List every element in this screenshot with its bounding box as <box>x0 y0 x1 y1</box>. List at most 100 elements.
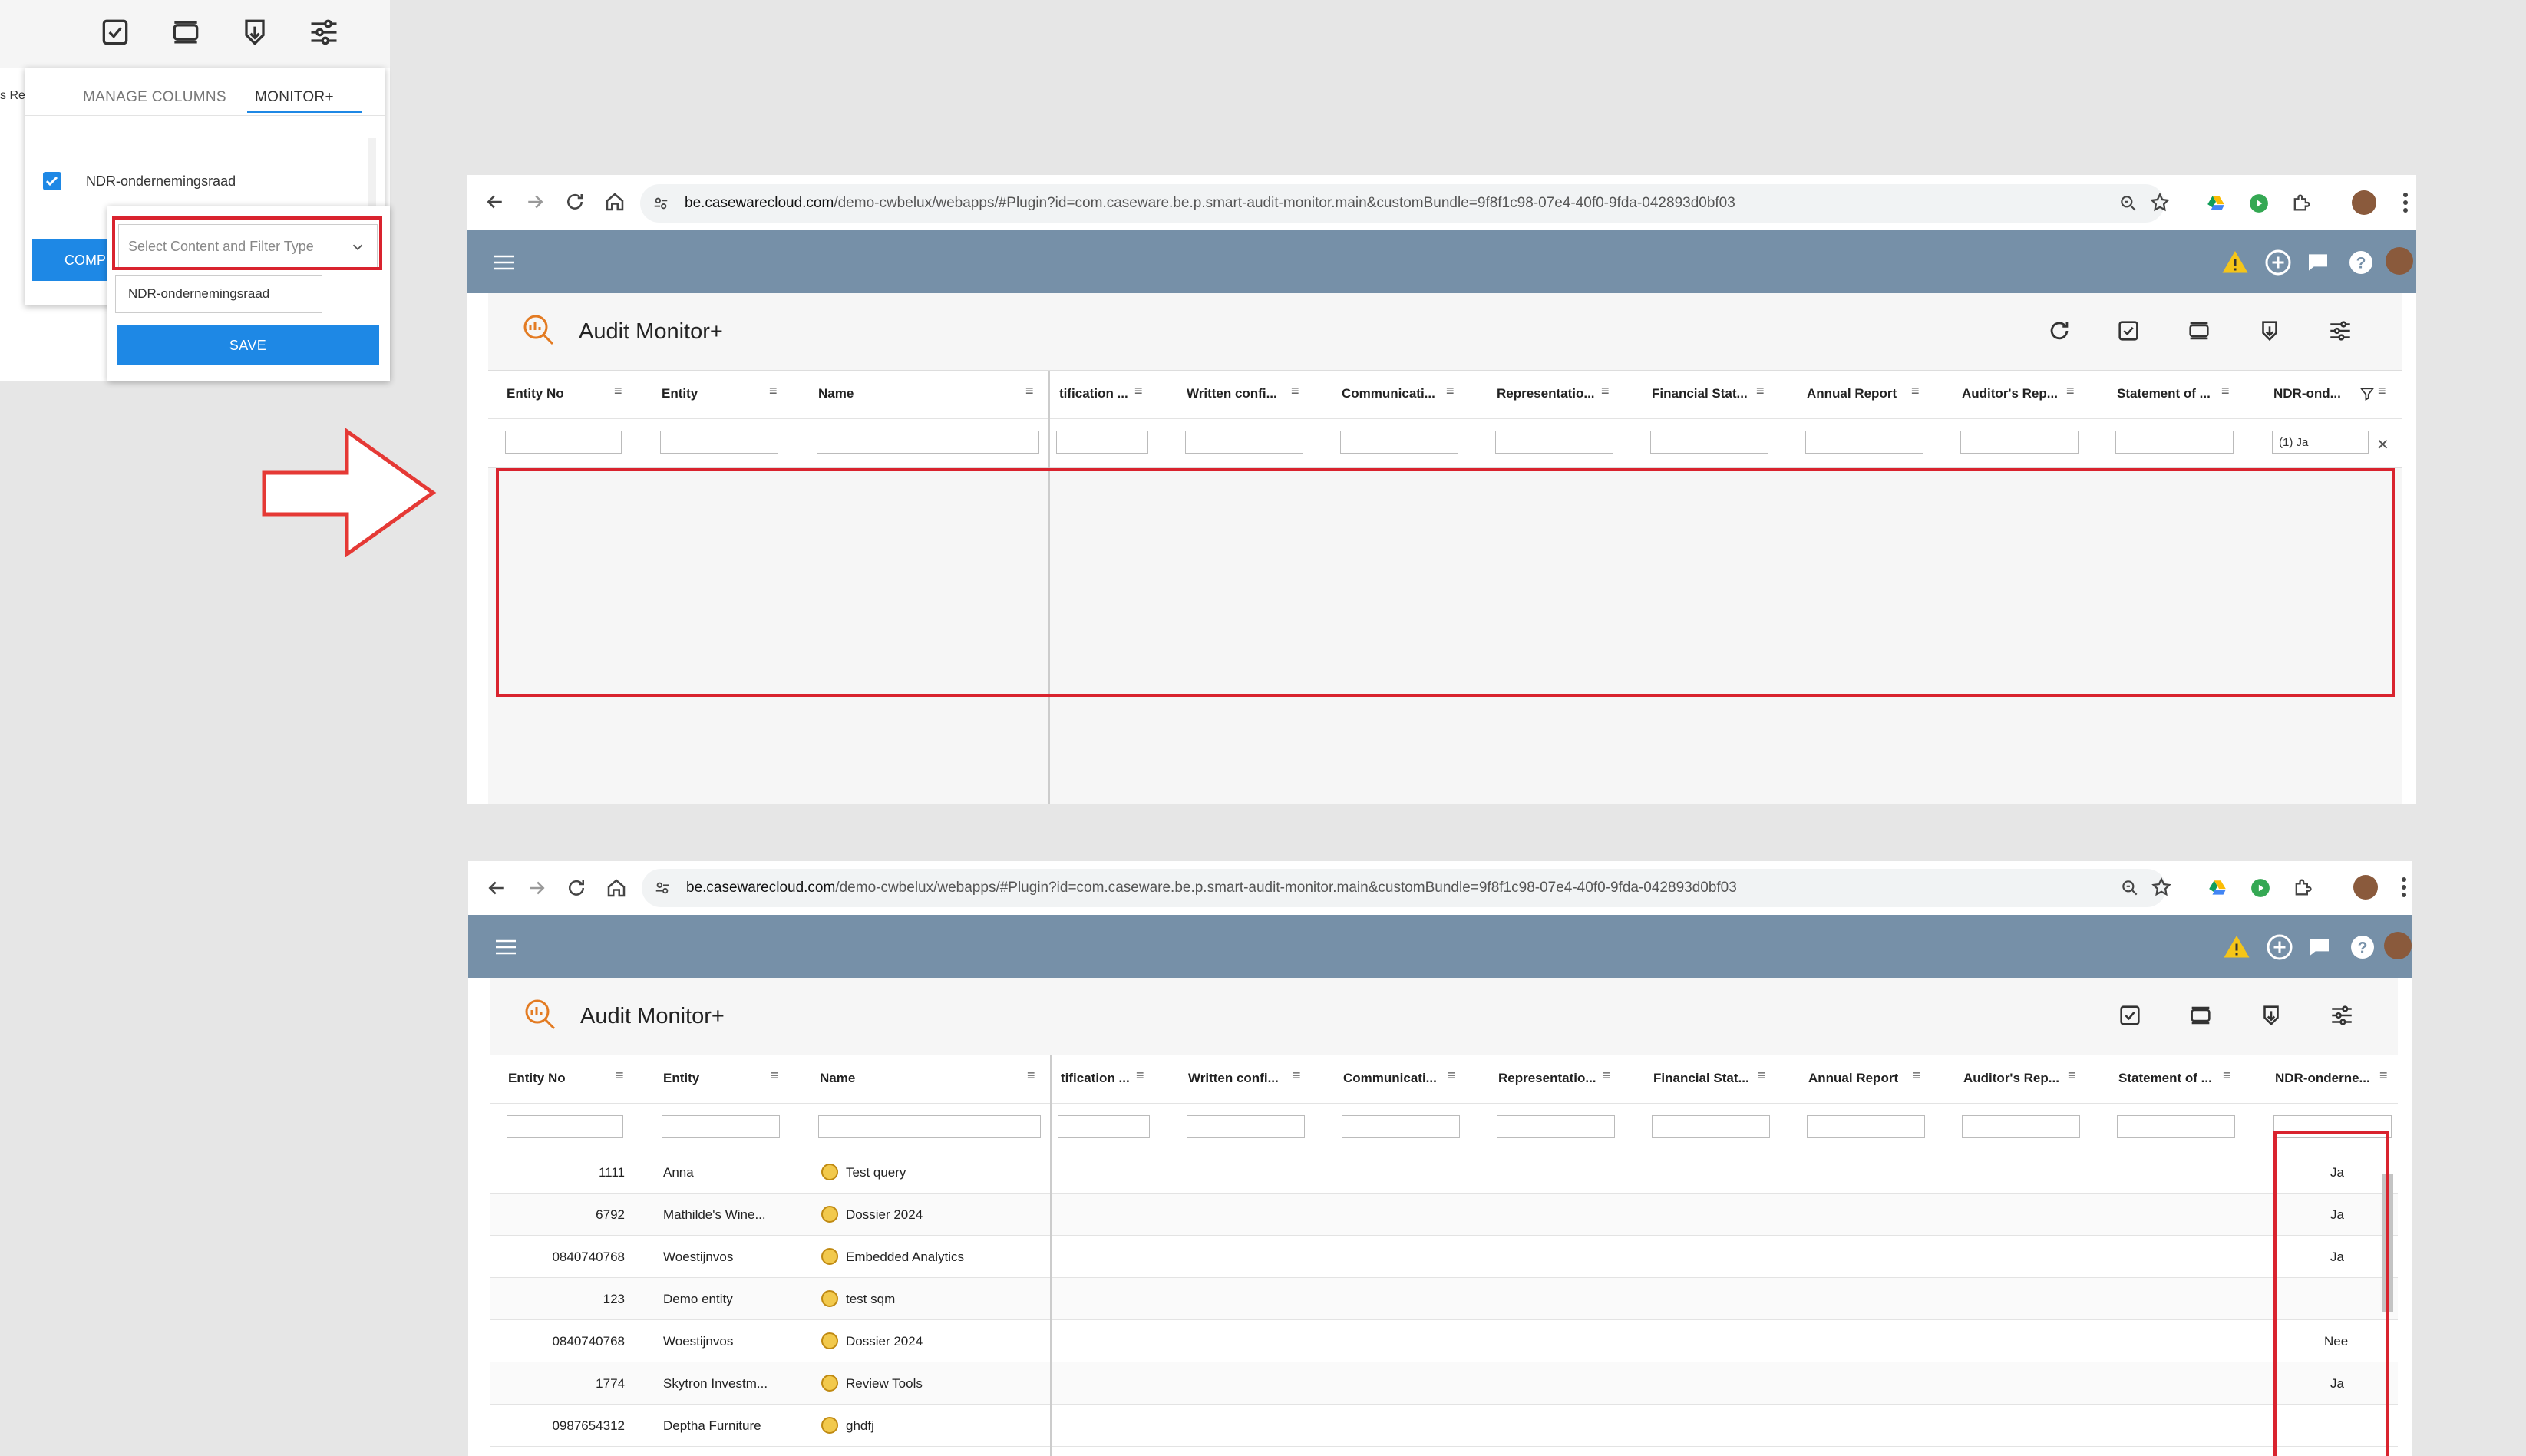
tab-manage-columns[interactable]: MANAGE COLUMNS <box>83 89 226 106</box>
column-menu-icon[interactable]: ≡ <box>1601 383 1610 399</box>
table-row[interactable]: 1111 Anna Test query Ja <box>490 1151 2398 1194</box>
column-name-input[interactable]: NDR-ondernemingsraad <box>115 275 322 313</box>
column-header-representation[interactable]: Representatio... <box>1498 1071 1596 1086</box>
table-row[interactable]: 123 Demo entity test sqm <box>490 1278 2398 1320</box>
compose-button[interactable]: COMP <box>32 239 117 281</box>
column-header-annual-report[interactable]: Annual Report <box>1807 386 1897 401</box>
settings-sliders-icon[interactable] <box>2327 318 2353 344</box>
reload-icon[interactable] <box>563 190 586 213</box>
column-header-financial-statements[interactable]: Financial Stat... <box>1653 1071 1749 1086</box>
column-header-ndr[interactable]: NDR-onderne... <box>2275 1071 2370 1086</box>
cell-name[interactable]: Embedded Analytics <box>846 1250 964 1265</box>
extensions-puzzle-icon[interactable] <box>2292 877 2313 898</box>
filter-input-communication[interactable] <box>1342 1115 1460 1138</box>
filter-input-ndr[interactable]: (1) Ja <box>2272 431 2369 454</box>
filter-input-entity-no[interactable] <box>505 431 622 454</box>
filter-input-representation[interactable] <box>1497 1115 1615 1138</box>
column-menu-icon[interactable]: ≡ <box>769 383 778 399</box>
table-row[interactable]: 0840740768 Woestijnvos Dossier 2024 Nee <box>490 1320 2398 1362</box>
column-menu-icon[interactable]: ≡ <box>1603 1068 1611 1084</box>
column-menu-icon[interactable]: ≡ <box>1293 1068 1301 1084</box>
column-header-statement[interactable]: Statement of ... <box>2118 1071 2212 1086</box>
column-header-notification[interactable]: tification ... <box>1061 1071 1130 1086</box>
table-row[interactable]: 0840740768 Woestijnvos Embedded Analytic… <box>490 1236 2398 1278</box>
filter-input-auditors[interactable] <box>1960 431 2079 454</box>
export-icon[interactable] <box>2257 318 2283 344</box>
rows-icon[interactable] <box>2186 318 2212 344</box>
zoom-icon[interactable] <box>2120 878 2140 898</box>
filter-input-auditors[interactable] <box>1962 1115 2080 1138</box>
bookmark-star-icon[interactable] <box>2149 192 2171 213</box>
column-header-entity[interactable]: Entity <box>662 386 698 401</box>
column-menu-icon[interactable]: ≡ <box>2223 1068 2231 1084</box>
column-header-communication[interactable]: Communicati... <box>1342 386 1435 401</box>
filter-input-entity-no[interactable] <box>507 1115 623 1138</box>
filter-input-name[interactable] <box>818 1115 1041 1138</box>
column-menu-icon[interactable]: ≡ <box>1913 1068 1921 1084</box>
export-icon[interactable] <box>238 15 272 49</box>
extensions-puzzle-icon[interactable] <box>2290 192 2312 213</box>
url-field[interactable]: be.casewarecloud.com/demo-cwbelux/webapp… <box>642 869 2166 907</box>
column-menu-icon[interactable]: ≡ <box>1136 1068 1144 1084</box>
table-row[interactable]: 1774 Skytron Investm... Review Tools Ja <box>490 1362 2398 1405</box>
filter-input-financial[interactable] <box>1652 1115 1770 1138</box>
checklist-icon[interactable] <box>98 15 132 49</box>
drive-extension-icon[interactable] <box>2207 878 2227 898</box>
column-menu-icon[interactable]: ≡ <box>1025 383 1034 399</box>
zoom-icon[interactable] <box>2118 193 2138 213</box>
profile-avatar[interactable] <box>2352 190 2376 215</box>
column-menu-icon[interactable]: ≡ <box>1027 1068 1035 1084</box>
column-menu-icon[interactable]: ≡ <box>1291 383 1299 399</box>
column-header-communication[interactable]: Communicati... <box>1343 1071 1437 1086</box>
filter-input-notification[interactable] <box>1056 431 1148 454</box>
cell-name[interactable]: Test query <box>846 1165 906 1180</box>
filter-input-annual[interactable] <box>1807 1115 1925 1138</box>
column-header-ndr[interactable]: NDR-ond... <box>2273 386 2341 401</box>
column-header-representation[interactable]: Representatio... <box>1497 386 1595 401</box>
column-header-annual-report[interactable]: Annual Report <box>1808 1071 1898 1086</box>
home-icon[interactable] <box>605 877 628 900</box>
filter-input-notification[interactable] <box>1058 1115 1150 1138</box>
filter-input-statement[interactable] <box>2117 1115 2235 1138</box>
column-header-entity-no[interactable]: Entity No <box>508 1071 566 1086</box>
cell-name[interactable]: Dossier 2024 <box>846 1207 923 1223</box>
rows-icon[interactable] <box>169 15 203 49</box>
refresh-icon[interactable] <box>2046 318 2072 344</box>
ndr-column-checkbox[interactable] <box>43 172 61 190</box>
column-header-statement[interactable]: Statement of ... <box>2117 386 2211 401</box>
cell-name[interactable]: Dossier 2024 <box>846 1334 923 1349</box>
column-header-written-confirmation[interactable]: Written confi... <box>1188 1071 1279 1086</box>
home-icon[interactable] <box>603 190 626 213</box>
column-menu-icon[interactable]: ≡ <box>1911 383 1920 399</box>
filter-funnel-icon[interactable] <box>2359 386 2375 401</box>
filter-input-name[interactable] <box>817 431 1039 454</box>
column-header-entity[interactable]: Entity <box>663 1071 699 1086</box>
column-menu-icon[interactable]: ≡ <box>2379 1068 2388 1084</box>
checklist-icon[interactable] <box>2115 318 2141 344</box>
hamburger-menu-icon[interactable] <box>494 938 517 956</box>
forward-icon[interactable] <box>523 190 546 213</box>
column-header-written-confirmation[interactable]: Written confi... <box>1187 386 1277 401</box>
filter-input-annual[interactable] <box>1805 431 1923 454</box>
filter-input-written[interactable] <box>1185 431 1303 454</box>
kebab-menu-icon[interactable] <box>2401 877 2407 898</box>
settings-sliders-icon[interactable] <box>2329 1002 2355 1028</box>
filter-input-entity[interactable] <box>662 1115 780 1138</box>
checklist-icon[interactable] <box>2117 1002 2143 1028</box>
site-settings-icon[interactable] <box>654 880 671 896</box>
cell-name[interactable]: Review Tools <box>846 1376 923 1392</box>
column-menu-icon[interactable]: ≡ <box>2221 383 2230 399</box>
tab-monitor-plus[interactable]: MONITOR+ <box>255 89 334 106</box>
reload-icon[interactable] <box>565 877 588 900</box>
filter-input-communication[interactable] <box>1340 431 1458 454</box>
warning-icon[interactable] <box>2223 933 2250 961</box>
rows-icon[interactable] <box>2188 1002 2214 1028</box>
column-menu-icon[interactable]: ≡ <box>1448 1068 1456 1084</box>
hamburger-menu-icon[interactable] <box>493 253 516 272</box>
filter-input-representation[interactable] <box>1495 431 1613 454</box>
help-icon[interactable]: ? <box>2347 249 2375 276</box>
column-menu-icon[interactable]: ≡ <box>616 1068 624 1084</box>
warning-icon[interactable] <box>2221 249 2249 276</box>
filter-input-financial[interactable] <box>1650 431 1768 454</box>
column-header-auditors-report[interactable]: Auditor's Rep... <box>1963 1071 2059 1086</box>
